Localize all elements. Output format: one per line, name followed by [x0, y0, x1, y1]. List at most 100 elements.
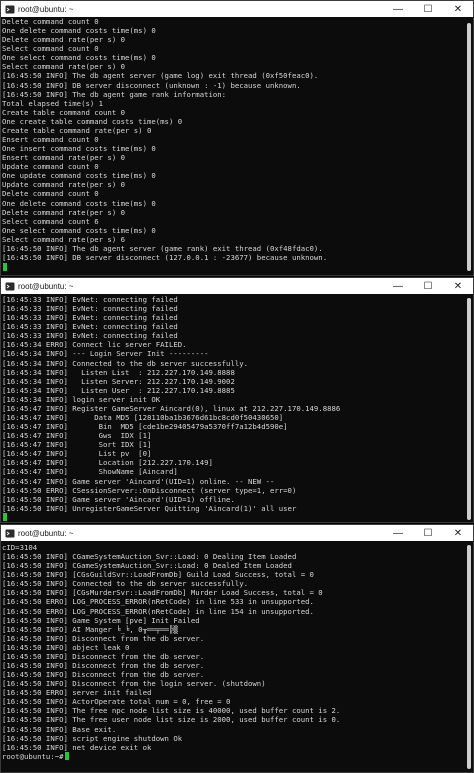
prompt-line[interactable]: root@ubuntu:~# [2, 752, 465, 761]
output-line: [16:45:47 INFO] Gws IDX [1] [2, 431, 152, 441]
output-line: [16:45:47 INFO] Sort IDX [1] [2, 440, 152, 450]
output-line: [16:45:50 INFO] Disconnect from the db s… [2, 661, 205, 671]
scrollbar[interactable] [465, 17, 473, 275]
terminal-output[interactable]: cID=3104 [16:45:50 INFO] CGameSystemAuct… [1, 543, 465, 772]
output-line: [16:45:50 INFO] The free npc node list s… [2, 706, 341, 716]
terminal-icon [4, 4, 15, 15]
output-line: Select command count 0 [2, 44, 99, 54]
prompt-line[interactable] [2, 513, 465, 522]
minimize-button[interactable]: — [383, 525, 413, 541]
output-line: Delete command rate(per s) 0 [2, 35, 126, 45]
output-line: [16:45:50 INFO] net device exit ok [2, 742, 152, 752]
output-line: Select command rate(per s) 6 [2, 234, 126, 244]
window-title: root@ubuntu: ~ [18, 528, 74, 538]
terminal-icon [4, 528, 15, 539]
title-bar[interactable]: root@ubuntu: ~ — ☐ ✕ [1, 278, 473, 294]
output-line: [16:45:34 INFO] login server init OK [2, 394, 161, 404]
output-line: Select command rate(per s) 0 [2, 62, 126, 72]
minimize-button[interactable]: — [383, 278, 413, 294]
output-line: [16:45:50 INFO] Disconnect from the db s… [2, 633, 205, 643]
output-line: One select command costs time(ms) 0 [2, 53, 156, 63]
scrollbar-thumb[interactable] [467, 545, 471, 769]
output-line: [16:45:50 ERRO] server init failed [2, 688, 152, 698]
output-line: [16:45:47 INFO] ShowName [Aincard] [2, 467, 178, 477]
output-line: [16:45:50 INFO] Disconnect from the logi… [2, 679, 266, 689]
output-line: [16:45:50 INFO] ActorOperate total num =… [2, 697, 231, 707]
output-line: [16:45:50 INFO] CGameSystemAuction_Svr::… [2, 552, 297, 562]
scrollbar-thumb[interactable] [467, 298, 471, 520]
output-line: Delete command count 0 [2, 17, 99, 26]
scrollbar-thumb[interactable] [467, 23, 471, 271]
output-line: One update command costs time(ms) 0 [2, 171, 156, 181]
shell-prompt: root@ubuntu:~# [2, 751, 64, 761]
close-button[interactable]: ✕ [443, 525, 473, 541]
output-line: One delete command costs time(ms) 0 [2, 198, 156, 208]
output-line: One delete command costs time(ms) 0 [2, 26, 156, 36]
output-line: [16:45:50 INFO] The db agent server (gam… [2, 71, 319, 81]
output-line: Delete command count 0 [2, 189, 99, 199]
scrollbar[interactable] [465, 294, 473, 522]
text-cursor [64, 752, 69, 761]
output-line: [16:45:33 INFO] EvNet: connecting failed [2, 322, 178, 332]
output-line: Ensert command count 0 [2, 135, 99, 145]
window-title: root@ubuntu: ~ [18, 4, 74, 14]
output-line: [16:45:50 INFO] script engine shutdown O… [2, 733, 183, 743]
output-line: [16:45:47 INFO] Location [212.227.170.14… [2, 458, 213, 468]
scrollbar[interactable] [465, 541, 473, 772]
minimize-button[interactable]: — [383, 1, 413, 17]
output-line: [16:45:50 INFO] DB server disconnect (12… [2, 253, 328, 263]
output-line: [16:45:47 INFO] Data MD5 [128110ba1b3676… [2, 413, 284, 423]
output-line: [16:45:50 INFO] AI Manger ╘_╘, 0╥══╤══╠▒ [2, 624, 178, 634]
output-line: One create table command costs time(ms) … [2, 116, 183, 126]
prompt-line[interactable] [2, 262, 465, 271]
output-line: [16:45:34 INFO] Connected to the db serv… [2, 358, 249, 368]
text-cursor [3, 262, 7, 271]
output-line: Total elapsed time(s) 1 [2, 98, 104, 108]
output-line: [16:45:47 INFO] List pv [0] [2, 449, 152, 459]
output-line: [16:45:50 INFO] Base exit. [2, 724, 117, 734]
output-line: [16:45:50 INFO] DB server disconnect (un… [2, 80, 301, 90]
output-line: [16:45:33 INFO] EvNet: connecting failed [2, 331, 178, 341]
output-line: Select command count 6 [2, 216, 99, 226]
output-line: [16:45:47 INFO] Game server 'Aincard'(UI… [2, 476, 275, 486]
output-line: [16:45:50 INFO] The db agent game rank i… [2, 89, 227, 99]
terminal-window-2[interactable]: root@ubuntu: ~ — ☐ ✕ [16:45:33 INFO] EvN… [0, 277, 474, 523]
output-line: [16:45:50 ERRO] LOG_PROCESS_ERROR(nRetCo… [2, 606, 314, 616]
output-line: One select command costs time(ms) 0 [2, 225, 156, 235]
output-line: Create table command rate(per s) 0 [2, 125, 152, 135]
output-line: [16:45:50 INFO] Connected to the db serv… [2, 579, 249, 589]
output-line: Update command count 0 [2, 162, 99, 172]
output-line: Ensert command rate(per s) 0 [2, 153, 126, 163]
output-line: [16:45:33 INFO] EvNet: connecting failed [2, 295, 178, 304]
output-line: One insert command costs time(ms) 0 [2, 144, 156, 154]
output-line: [16:45:50 INFO] Game server 'Aincard'(UI… [2, 494, 235, 504]
terminal-icon [4, 281, 15, 292]
terminal-window-3[interactable]: root@ubuntu: ~ — ☐ ✕ cID=3104 [16:45:50 … [0, 524, 474, 773]
output-line: [16:45:47 INFO] Bin MD5 [cde1be29405479a… [2, 422, 288, 432]
output-line: [16:45:34 INFO] --- Login Server Init --… [2, 349, 209, 359]
output-line: Update command rate(per s) 0 [2, 180, 126, 190]
output-line: [16:45:50 INFO] object leak 0 [2, 642, 130, 652]
window-title: root@ubuntu: ~ [18, 281, 74, 291]
maximize-button[interactable]: ☐ [413, 525, 443, 541]
output-line: [16:45:50 INFO] [CGsGuildSvr::LoadFromDb… [2, 570, 314, 580]
title-bar[interactable]: root@ubuntu: ~ — ☐ ✕ [1, 1, 473, 17]
output-line: Create table command count 0 [2, 107, 126, 117]
output-line: [16:45:33 INFO] EvNet: connecting failed [2, 304, 178, 314]
maximize-button[interactable]: ☐ [413, 1, 443, 17]
output-line: [16:45:33 INFO] EvNet: connecting failed [2, 313, 178, 323]
output-line: [16:45:50 INFO] Game System [pve] Init F… [2, 615, 200, 625]
output-line: [16:45:50 INFO] Disconnect from the db s… [2, 651, 205, 661]
close-button[interactable]: ✕ [443, 278, 473, 294]
output-line: [16:45:47 INFO] Register GameServer Ainc… [2, 403, 341, 413]
output-line: [16:45:34 INFO] Listen User : 212.227.17… [2, 385, 235, 395]
terminal-output[interactable]: [16:45:33 INFO] EvNet: connecting failed… [1, 295, 465, 522]
title-bar[interactable]: root@ubuntu: ~ — ☐ ✕ [1, 525, 473, 541]
terminal-window-1[interactable]: root@ubuntu: ~ — ☐ ✕ Delete command coun… [0, 0, 474, 276]
maximize-button[interactable]: ☐ [413, 278, 443, 294]
output-line: [16:45:50 INFO] [CGsMurderSvr::LoadFromD… [2, 588, 323, 598]
close-button[interactable]: ✕ [443, 1, 473, 17]
terminal-output[interactable]: Delete command count 0 One delete comman… [1, 17, 465, 275]
output-line: [16:45:50 INFO] The db agent server (gam… [2, 243, 323, 253]
text-cursor [3, 513, 7, 522]
